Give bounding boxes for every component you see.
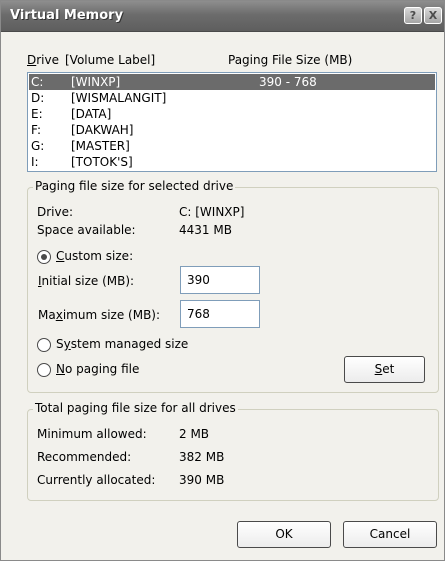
close-icon[interactable]: X [424, 7, 442, 24]
minimum-allowed-value: 2 MB [179, 427, 210, 441]
volume-label: [WINXP] [71, 75, 121, 89]
volume-label: [DAKWAH] [71, 123, 134, 137]
custom-size-rest: ustom size: [64, 249, 134, 263]
no-paging-mnemonic: N [56, 362, 65, 376]
drive-letter: D: [31, 91, 45, 105]
drive-letter: G: [31, 139, 45, 153]
drive-value: C: [WINXP] [179, 205, 245, 219]
totals-group-title: Total paging file size for all drives [33, 401, 238, 415]
title-bar[interactable]: Virtual Memory ? X [1, 1, 444, 32]
space-available-label: Space available: [37, 223, 136, 237]
initial-size-rest: nitial size (MB): [41, 274, 135, 288]
system-managed-mnemonic: y [63, 337, 71, 351]
maximum-size-prefix: Ma [38, 308, 56, 322]
initial-size-label: Initial size (MB): [38, 274, 134, 288]
system-managed-prefix: S [56, 337, 64, 351]
custom-size-label[interactable]: Custom size: [56, 249, 133, 263]
custom-size-radio[interactable] [37, 250, 51, 264]
help-icon[interactable]: ? [404, 7, 422, 24]
drive-row[interactable]: D: [WISMALANGIT] [29, 90, 435, 106]
header-drive: Drive [27, 53, 59, 67]
drive-row[interactable]: C: [WINXP] 390 - 768 [29, 74, 435, 90]
currently-allocated-value: 390 MB [179, 473, 225, 487]
maximum-size-mnemonic: x [55, 308, 63, 322]
maximum-size-label: Maximum size (MB): [38, 308, 160, 322]
currently-allocated-label: Currently allocated: [37, 473, 156, 487]
no-paging-radio[interactable] [37, 363, 51, 377]
volume-label: [DATA] [71, 107, 112, 121]
drive-row[interactable]: I: [TOTOK'S] [29, 154, 435, 170]
volume-label: [WISMALANGIT] [71, 91, 167, 105]
system-managed-radio[interactable] [37, 338, 51, 352]
header-paging-size: Paging File Size (MB) [228, 53, 353, 67]
drive-label: Drive: [37, 205, 74, 219]
header-drive-rest: rive [36, 53, 60, 67]
volume-label: [TOTOK'S] [71, 155, 133, 169]
drive-letter: C: [31, 75, 44, 89]
set-rest: et [382, 362, 395, 376]
drive-list[interactable]: C: [WINXP] 390 - 768 D: [WISMALANGIT] E:… [27, 72, 437, 172]
space-available-value: 4431 MB [179, 223, 232, 237]
drive-row[interactable]: G: [MASTER] [29, 138, 435, 154]
no-paging-rest: o paging file [64, 362, 140, 376]
maximum-size-input[interactable]: 768 [180, 300, 260, 328]
paging-size: 390 - 768 [259, 75, 317, 89]
drive-letter: I: [31, 155, 39, 169]
window-title: Virtual Memory [10, 8, 124, 23]
cancel-button[interactable]: Cancel [343, 521, 437, 548]
ok-button[interactable]: OK [237, 521, 331, 548]
drive-letter: F: [31, 123, 42, 137]
recommended-value: 382 MB [179, 450, 225, 464]
header-drive-mnemonic: D [27, 53, 37, 67]
virtual-memory-dialog: Virtual Memory ? X Drive [Volume Label] … [0, 0, 445, 561]
initial-size-input[interactable]: 390 [180, 266, 260, 294]
header-volume-label: [Volume Label] [65, 53, 156, 67]
no-paging-label[interactable]: No paging file [56, 362, 139, 376]
minimum-allowed-label: Minimum allowed: [37, 427, 147, 441]
set-button[interactable]: Set [344, 356, 425, 383]
selected-drive-group-title: Paging file size for selected drive [33, 179, 236, 193]
drive-row[interactable]: E: [DATA] [29, 106, 435, 122]
system-managed-label[interactable]: System managed size [56, 337, 188, 351]
maximum-size-rest: imum size (MB): [62, 308, 161, 322]
recommended-label: Recommended: [37, 450, 132, 464]
drive-row[interactable]: F: [DAKWAH] [29, 122, 435, 138]
volume-label: [MASTER] [71, 139, 130, 153]
drive-letter: E: [31, 107, 43, 121]
system-managed-rest: stem managed size [70, 337, 189, 351]
